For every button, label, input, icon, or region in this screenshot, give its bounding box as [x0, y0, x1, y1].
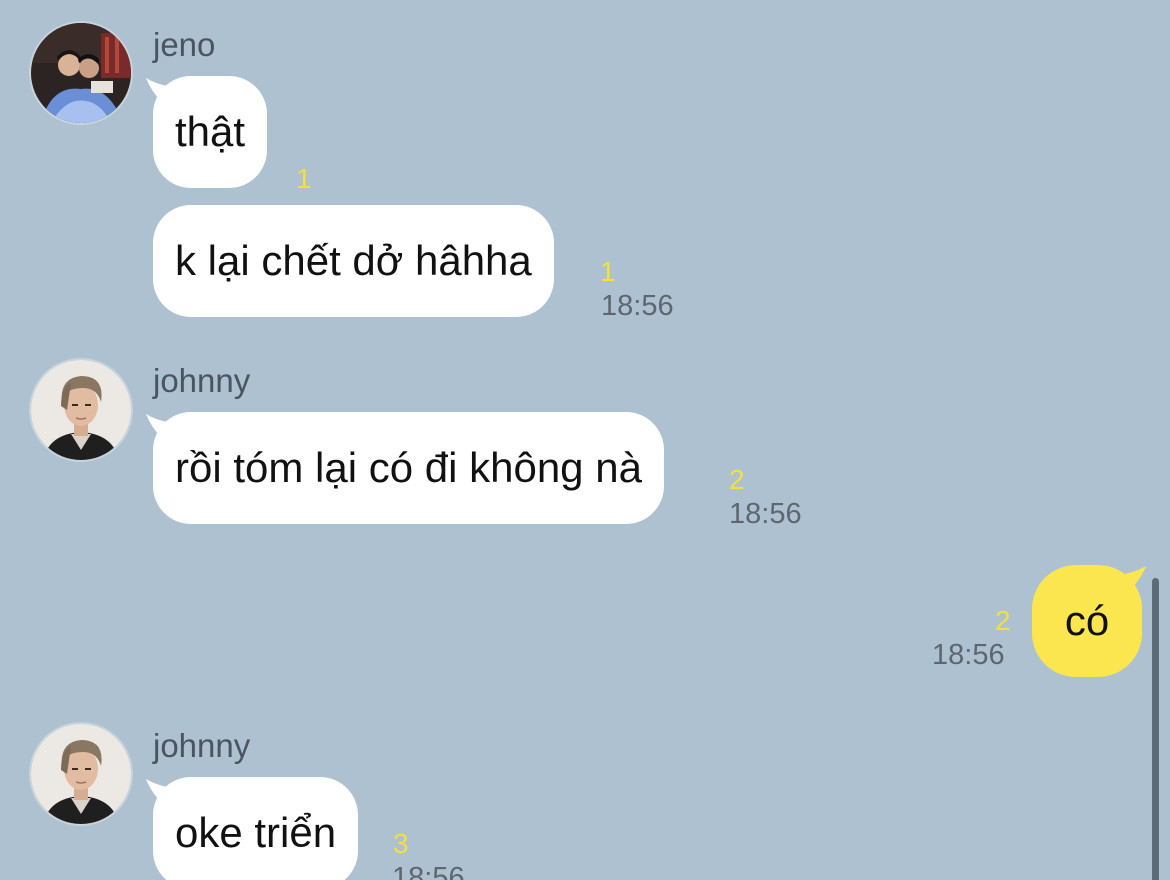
avatar-photo-johnny-icon — [31, 724, 131, 824]
unread-count: 3 — [393, 828, 409, 859]
sender-name: johnny — [153, 362, 251, 399]
avatar[interactable] — [31, 23, 131, 123]
unread-count: 2 — [995, 605, 1011, 636]
message-timestamp: 18:56 — [392, 862, 465, 880]
unread-count: 2 — [729, 464, 745, 495]
sender-name: johnny — [153, 727, 251, 764]
message-bubble[interactable]: k lại chết dở hâhha — [153, 205, 554, 317]
chat-view[interactable]: jeno thật 1 k lại chết dở hâhha 1 18:56 … — [0, 0, 1170, 880]
avatar[interactable] — [31, 360, 131, 460]
message-timestamp: 18:56 — [932, 639, 1005, 671]
message-bubble[interactable]: thật — [153, 76, 268, 188]
sender-name: jeno — [153, 26, 216, 63]
avatar-photo-jeno-icon — [31, 23, 131, 123]
scrollbar[interactable] — [1152, 578, 1159, 880]
avatar[interactable] — [31, 724, 131, 824]
message-timestamp: 18:56 — [729, 498, 802, 530]
unread-count: 1 — [600, 256, 616, 287]
message-timestamp: 18:56 — [601, 290, 674, 322]
my-message-bubble[interactable]: có — [1032, 565, 1142, 677]
message-bubble[interactable]: oke triển — [153, 777, 359, 880]
message-bubble[interactable]: rồi tóm lại có đi không nà — [153, 412, 664, 524]
unread-count: 1 — [296, 163, 312, 194]
avatar-photo-johnny-icon — [31, 360, 131, 460]
